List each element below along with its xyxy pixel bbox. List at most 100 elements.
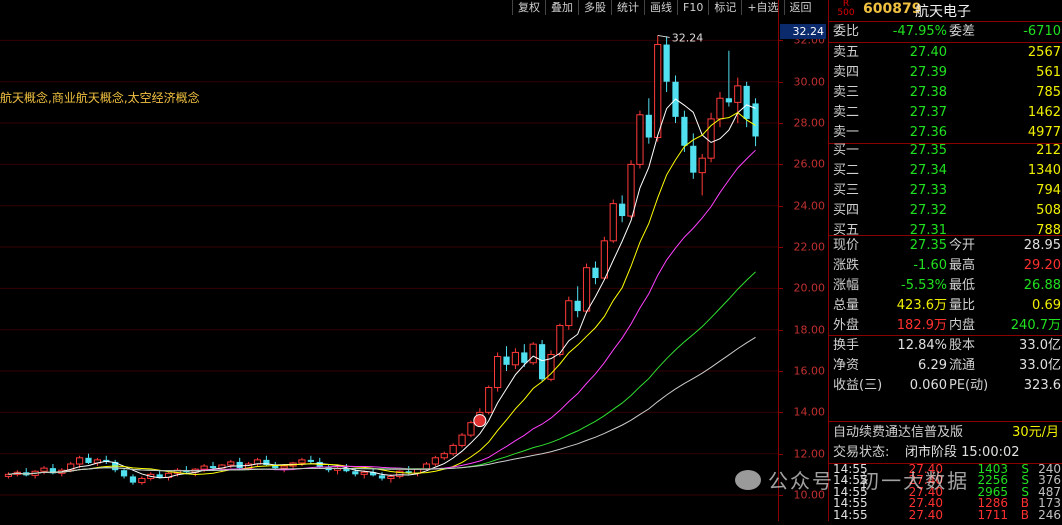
candle[interactable] [645,98,652,144]
candle[interactable] [85,453,92,465]
ad-price[interactable]: 30元/月 [1012,423,1059,443]
candle[interactable] [138,476,146,485]
candle[interactable] [716,92,724,128]
y-tick-mark [779,164,783,166]
sell-row[interactable]: 卖三 27.38 785 [829,83,1062,103]
quote-row: 涨跌 -1.60 最高 29.20 [829,256,1062,276]
candle[interactable] [40,466,48,475]
candle[interactable] [458,433,466,448]
kline-svg[interactable]: 32.24 [0,0,778,521]
candle[interactable] [627,160,635,219]
candle[interactable] [31,470,39,479]
candle[interactable] [619,195,626,223]
status-label: 交易状态: [833,445,890,460]
finance-value: 6.29 [918,358,947,373]
buy-price: 27.34 [909,163,947,178]
sell-row[interactable]: 卖一 27.36 4977 [829,123,1062,143]
candle-body [743,85,750,119]
candle[interactable] [636,110,644,169]
toolbar-button[interactable]: F10 [677,0,708,15]
candle-body [200,465,208,470]
candle[interactable] [681,110,688,152]
candle[interactable] [600,236,608,281]
candle[interactable] [707,112,715,163]
toolbar-button[interactable]: 叠加 [545,0,578,15]
y-tick-mark [779,123,783,125]
candle-body [458,434,466,446]
candle[interactable] [129,474,137,485]
candle[interactable] [547,350,555,382]
toolbar-button[interactable]: 多股 [578,0,611,15]
candle[interactable] [698,154,706,196]
quote-label: 涨跌 [833,258,860,273]
ad-banner[interactable]: 自动续费通达信普及版 30元/月 [829,423,1062,443]
candle[interactable] [467,420,475,438]
candle[interactable] [556,323,564,357]
candle[interactable] [333,466,342,475]
candle[interactable] [485,385,493,415]
candle[interactable] [565,296,573,330]
ma-line-10 [8,111,756,475]
index-mark-icon: R 500 [837,0,855,19]
candle[interactable] [574,286,581,318]
quote-label: 现价 [833,238,860,253]
candle[interactable] [494,352,502,392]
kline-chart[interactable]: 32.24 航天概念,商业航天概念,太空经济概念 [0,0,778,521]
buy-price: 27.35 [909,143,947,158]
ma-line-20 [8,149,756,475]
buy-row[interactable]: 买四 27.32 508 [829,201,1062,221]
buy-row[interactable]: 买三 27.33 794 [829,181,1062,201]
ad-text[interactable]: 自动续费通达信普及版 [833,423,963,443]
candle[interactable] [663,36,670,93]
sell-row[interactable]: 卖二 27.37 1462 [829,103,1062,123]
status-value: 闭市阶段 15:00:02 [905,445,1020,460]
candle[interactable] [654,35,662,142]
weicha-label: 委差 [949,24,976,39]
toolbar-button[interactable]: 复权 [512,0,545,15]
candle[interactable] [103,455,110,465]
weibi-row: 委比 -47.95% 委差 -6710 [829,22,1062,42]
candle[interactable] [529,342,537,365]
event-marker-icon[interactable] [473,414,487,428]
quote-value: 29.20 [1023,258,1061,273]
candle[interactable] [253,457,262,467]
toolbar-button[interactable]: 标记 [708,0,741,15]
candle[interactable] [4,472,13,479]
buy-row[interactable]: 买二 27.34 1340 [829,161,1062,181]
tick-side: B [1020,507,1029,522]
candle[interactable] [307,455,314,465]
candle[interactable] [93,457,102,467]
tick-volume: 1711 [977,507,1008,522]
candle[interactable] [503,346,510,372]
candle[interactable] [449,443,457,456]
candle-body [440,453,448,459]
sell-row[interactable]: 卖四 27.39 561 [829,63,1062,83]
quote-value: 27.35 [909,238,947,253]
sell-label: 卖四 [833,65,860,80]
candle[interactable] [609,199,617,243]
candle[interactable] [440,451,448,460]
toolbar-button[interactable]: 画线 [644,0,677,15]
candle-body [654,44,662,139]
tick-extra: 246 [1038,507,1061,522]
candle-body [307,459,314,462]
quote-value: 26.88 [1023,278,1061,293]
sell-row[interactable]: 卖五 27.40 2567 [829,43,1062,63]
quote-row: 总量 423.6万 量比 0.69 [829,296,1062,316]
candle[interactable] [582,263,591,314]
candle[interactable] [725,50,732,107]
toolbar-button[interactable]: 统计 [611,0,644,15]
candle[interactable] [511,348,520,369]
sell-price: 27.37 [909,105,947,120]
candle[interactable] [592,261,599,285]
weibi-value: -47.95% [892,24,947,39]
candle[interactable] [23,468,30,477]
candle[interactable] [120,468,128,479]
finance-label: PE(动) [949,378,989,393]
candle[interactable] [521,344,528,367]
candle-body [582,267,591,312]
candle[interactable] [431,455,439,467]
buy-row[interactable]: 买一 27.35 212 [829,141,1062,161]
candle-body [538,344,546,380]
candle[interactable] [752,98,759,147]
